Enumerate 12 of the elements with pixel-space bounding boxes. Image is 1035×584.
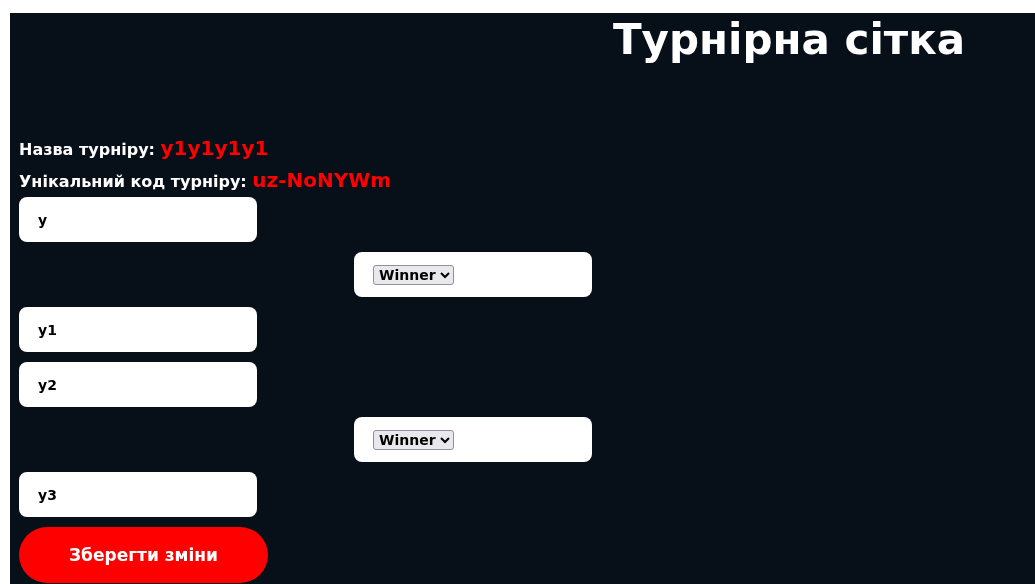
tournament-name-label: Назва турніру: [19,140,155,159]
tournament-name: y1y1y1y1 [160,136,269,160]
tournament-code: uz-NoNYWm [252,168,392,192]
tournament-code-label: Унікальний код турніру: [19,172,247,191]
player-card: y2 [19,362,257,407]
winner-select[interactable]: Winner [373,429,454,450]
winner-select[interactable]: Winner [373,264,454,285]
player-card: y [19,197,257,242]
save-button[interactable]: Зберегти зміни [19,527,268,583]
player-card: y1 [19,307,257,352]
player-card: y3 [19,472,257,517]
page-title: Турнірна сітка [612,15,965,66]
